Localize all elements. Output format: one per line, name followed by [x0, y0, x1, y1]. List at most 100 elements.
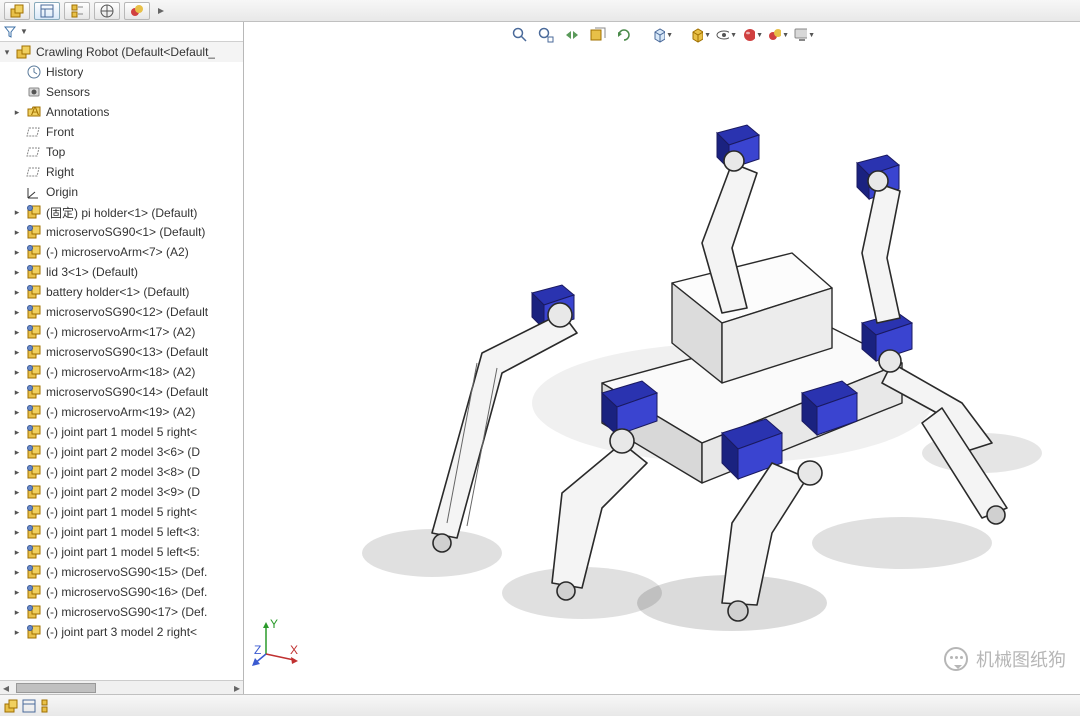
- tree-item[interactable]: ▸(-) microservoSG90<16> (Def.: [0, 582, 243, 602]
- expander-icon[interactable]: ▸: [12, 207, 22, 218]
- expander-icon[interactable]: ▸: [12, 367, 22, 378]
- expander-icon[interactable]: ▸: [12, 427, 22, 438]
- scrollbar-thumb[interactable]: [16, 683, 96, 693]
- tree-item[interactable]: ▸ (-) joint part 2 model 3<6> (D: [0, 442, 243, 462]
- tree-item-label: battery holder<1> (Default): [46, 285, 189, 299]
- assembly-icon: [16, 44, 32, 60]
- expander-icon[interactable]: ▸: [12, 287, 22, 298]
- filter-icon[interactable]: [4, 26, 16, 38]
- part-icon: [26, 344, 42, 360]
- expander-icon[interactable]: ▸: [12, 507, 22, 518]
- filter-dropdown-icon[interactable]: ▼: [20, 27, 28, 36]
- part-icon: [26, 244, 42, 260]
- tree-root[interactable]: ▾Crawling Robot (Default<Default_: [0, 42, 243, 62]
- graphics-viewport[interactable]: ▼▼▼▼▼▼: [244, 22, 1080, 694]
- expander-icon[interactable]: ▸: [12, 267, 22, 278]
- tree-item-label: (-) joint part 2 model 3<6> (D: [46, 445, 200, 459]
- part-icon: [26, 304, 42, 320]
- tree-item[interactable]: ▸ (-) joint part 1 model 5 right<: [0, 502, 243, 522]
- tree-item[interactable]: ▸(-) microservoSG90<15> (Def.: [0, 562, 243, 582]
- expander-icon[interactable]: ▸: [12, 447, 22, 458]
- tree-item[interactable]: ▸ (-) joint part 3 model 2 right<: [0, 622, 243, 642]
- expander-icon[interactable]: ▸: [12, 307, 22, 318]
- bottom-tab-model[interactable]: [4, 699, 18, 713]
- expander-icon[interactable]: ▸: [12, 227, 22, 238]
- part-icon: [26, 364, 42, 380]
- part-icon: [26, 604, 42, 620]
- expander-icon[interactable]: ▸: [12, 347, 22, 358]
- tab-configuration-manager[interactable]: [94, 2, 120, 20]
- tree-item[interactable]: ▸(-) joint part 2 model 3<9> (D: [0, 482, 243, 502]
- tree-item[interactable]: Origin: [0, 182, 243, 202]
- tree-item[interactable]: Top: [0, 142, 243, 162]
- tab-dimxpert[interactable]: [124, 2, 150, 20]
- tree-item[interactable]: ▸microservoSG90<1> (Default): [0, 222, 243, 242]
- tree-item[interactable]: ▸ microservoSG90<12> (Default: [0, 302, 243, 322]
- tree-item[interactable]: ▸ (-) microservoArm<19> (A2): [0, 402, 243, 422]
- tree-item-label: (固定) pi holder<1> (Default): [46, 204, 197, 221]
- tree-item[interactable]: Sensors: [0, 82, 243, 102]
- expander-icon[interactable]: ▸: [12, 567, 22, 578]
- expander-icon[interactable]: ▸: [12, 527, 22, 538]
- expander-icon[interactable]: ▸: [12, 607, 22, 618]
- horizontal-scrollbar[interactable]: ◂ ▸: [0, 680, 243, 694]
- expander-icon[interactable]: ▸: [12, 387, 22, 398]
- tree-item-label: Front: [46, 125, 74, 139]
- tree-item[interactable]: ▸ (-) joint part 1 model 5 left<5:: [0, 542, 243, 562]
- expander-icon[interactable]: ▾: [2, 47, 12, 58]
- tree-item[interactable]: ▸microservoSG90<13> (Default: [0, 342, 243, 362]
- expander-icon[interactable]: ▸: [12, 327, 22, 338]
- tree-item[interactable]: Front: [0, 122, 243, 142]
- folder-icon: A: [26, 104, 42, 120]
- tree-item-label: microservoSG90<14> (Default: [46, 385, 208, 399]
- tree-item[interactable]: ▸(-) microservoSG90<17> (Def.: [0, 602, 243, 622]
- tab-property-manager[interactable]: [64, 2, 90, 20]
- sensor-icon: [26, 84, 42, 100]
- svg-text:Z: Z: [254, 643, 261, 657]
- tree-item[interactable]: ▸(-) microservoArm<17> (A2): [0, 322, 243, 342]
- watermark: 机械图纸狗: [944, 646, 1066, 672]
- expander-icon[interactable]: ▸: [12, 247, 22, 258]
- expander-icon[interactable]: ▸: [12, 487, 22, 498]
- tree-item[interactable]: ▸ (固定) pi holder<1> (Default): [0, 202, 243, 222]
- part-icon: [26, 464, 42, 480]
- tab-expand[interactable]: [154, 2, 168, 20]
- expander-icon[interactable]: ▸: [12, 587, 22, 598]
- tree-item[interactable]: ▸(-) microservoArm<7> (A2): [0, 242, 243, 262]
- part-icon: [26, 484, 42, 500]
- tree-item[interactable]: ▸ lid 3<1> (Default): [0, 262, 243, 282]
- tree-item[interactable]: ▸(-) joint part 1 model 5 left<3:: [0, 522, 243, 542]
- tree-item-label: microservoSG90<12> (Default: [46, 305, 208, 319]
- tree-item-label: (-) joint part 1 model 5 right<: [46, 505, 197, 519]
- tree-item[interactable]: Right: [0, 162, 243, 182]
- part-icon: [26, 224, 42, 240]
- tab-assembly[interactable]: [4, 2, 30, 20]
- svg-text:Y: Y: [270, 618, 278, 631]
- expander-icon[interactable]: ▸: [12, 107, 22, 118]
- tree-item-label: (-) joint part 3 model 2 right<: [46, 625, 197, 639]
- expander-icon[interactable]: ▸: [12, 407, 22, 418]
- svg-text:A: A: [31, 104, 39, 118]
- tree-item[interactable]: ▸(-) joint part 2 model 3<8> (D: [0, 462, 243, 482]
- part-icon: [26, 384, 42, 400]
- tree-item[interactable]: History: [0, 62, 243, 82]
- expander-icon[interactable]: ▸: [12, 467, 22, 478]
- expander-icon[interactable]: ▸: [12, 627, 22, 638]
- tree-item-label: Right: [46, 165, 74, 179]
- tree-item-label: (-) joint part 1 model 5 left<5:: [46, 545, 200, 559]
- tree-item[interactable]: ▸ battery holder<1> (Default): [0, 282, 243, 302]
- tree-item-label: lid 3<1> (Default): [46, 265, 138, 279]
- tree-item[interactable]: ▸AAnnotations: [0, 102, 243, 122]
- tree-item[interactable]: ▸(-) microservoArm<18> (A2): [0, 362, 243, 382]
- bottom-tab-motion[interactable]: [22, 699, 36, 713]
- part-icon: [26, 584, 42, 600]
- part-icon: [26, 204, 42, 220]
- tree-item[interactable]: ▸(-) joint part 1 model 5 right<: [0, 422, 243, 442]
- tab-feature-manager[interactable]: [34, 2, 60, 20]
- part-icon: [26, 324, 42, 340]
- expander-icon[interactable]: ▸: [12, 547, 22, 558]
- tree-item[interactable]: ▸ microservoSG90<14> (Default: [0, 382, 243, 402]
- feature-tree[interactable]: ▾Crawling Robot (Default<Default_History…: [0, 42, 243, 680]
- tree-item-label: (-) microservoArm<19> (A2): [46, 405, 195, 419]
- bottom-tab-3rd[interactable]: [40, 699, 54, 713]
